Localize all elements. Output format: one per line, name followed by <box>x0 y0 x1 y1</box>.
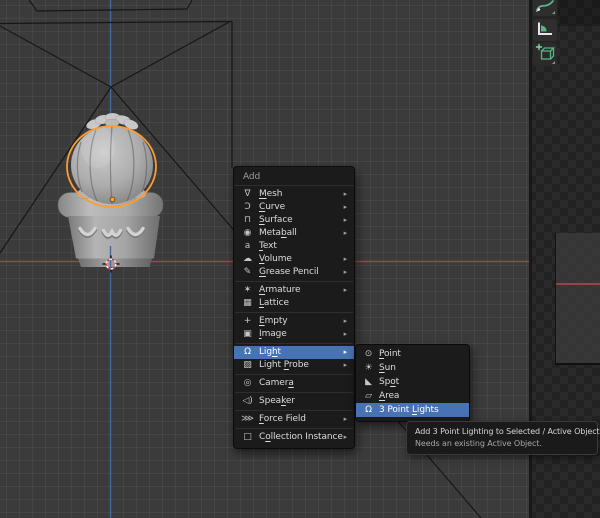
menu-item-image[interactable]: ▣ Image ▸ <box>234 328 354 341</box>
light-point-icon: ⊙ <box>364 348 373 359</box>
mesh-icon: ∇ <box>244 189 251 199</box>
menu-item-spot[interactable]: ◣ Spot <box>356 375 469 389</box>
grease-pencil-icon: ✎ <box>243 267 252 277</box>
menu-item-label: Mesh <box>259 189 283 199</box>
menu-item-label: Grease Pencil <box>259 267 319 277</box>
submenu-arrow-icon: ▸ <box>343 348 348 356</box>
menu-item-sun[interactable]: ☀ Sun <box>356 361 469 375</box>
menu-item-speaker[interactable]: ◁) Speaker <box>234 395 354 408</box>
submenu-arrow-icon: ▸ <box>343 255 348 263</box>
volume-icon: ☁ <box>243 254 252 264</box>
menu-item-label: Area <box>379 390 400 401</box>
light-probe-icon: ▨ <box>243 360 252 370</box>
submenu-arrow-icon: ▸ <box>343 203 348 211</box>
force-field-icon: ⋙ <box>241 414 254 424</box>
light-submenu: ⊙ Point ☀ Sun ◣ Spot ▱ Area Ω 3 Point Lights <box>355 344 470 422</box>
submenu-arrow-icon: ▸ <box>343 317 348 325</box>
menu-item-label: Empty <box>259 316 288 326</box>
light-icon: Ω <box>244 347 251 357</box>
surface-icon: ⊓ <box>244 215 251 225</box>
menu-item-curve[interactable]: Ɔ Curve ▸ <box>234 201 354 214</box>
annotate-icon <box>536 0 554 12</box>
blender-window: Add ∇ Mesh ▸ Ɔ Curve ▸ ⊓ Surface ▸ ◉ Metaball ▸ a Tex… <box>0 0 600 518</box>
speaker-icon: ◁) <box>242 396 253 406</box>
menu-item-label: Lattice <box>259 298 289 308</box>
menu-item-mesh[interactable]: ∇ Mesh ▸ <box>234 188 354 201</box>
menu-item-label: Camera <box>259 378 294 388</box>
tooltip-title: Add 3 Point Lighting to Selected / Activ… <box>415 427 600 436</box>
menu-item-metaball[interactable]: ◉ Metaball ▸ <box>234 227 354 240</box>
tooltip-note: Needs an existing Active Object. <box>415 439 542 448</box>
menu-item-label: Speaker <box>259 396 295 406</box>
submenu-arrow-icon: ▸ <box>343 229 348 237</box>
measure-tool-button[interactable] <box>533 19 557 41</box>
menu-item-force-field[interactable]: ⋙ Force Field ▸ <box>234 413 354 426</box>
menu-item-lattice[interactable]: ▦ Lattice <box>234 297 354 310</box>
menu-item-label: Armature <box>259 285 301 295</box>
curve-icon: Ɔ <box>244 202 251 212</box>
side-panel-x-axis-line <box>556 283 600 285</box>
menu-item-camera[interactable]: ◎ Camera <box>234 377 354 390</box>
menu-item-label: Light Probe <box>259 360 309 370</box>
add-cube-tool-button[interactable] <box>533 43 557 66</box>
menu-item-surface[interactable]: ⊓ Surface ▸ <box>234 214 354 227</box>
menu-item-point[interactable]: ⊙ Point <box>356 347 469 361</box>
menu-item-light-probe[interactable]: ▨ Light Probe ▸ <box>234 359 354 372</box>
menu-item-text[interactable]: a Text <box>234 240 354 253</box>
measure-icon <box>538 22 552 35</box>
menu-item-area[interactable]: ▱ Area <box>356 389 469 403</box>
object-origin-dot <box>109 196 116 203</box>
menu-item-grease-pencil[interactable]: ✎ Grease Pencil ▸ <box>234 266 354 279</box>
metaball-icon: ◉ <box>243 228 252 238</box>
add-cube-icon <box>535 43 556 60</box>
lattice-icon: ▦ <box>243 298 252 308</box>
image-icon: ▣ <box>243 329 252 339</box>
menu-item-label: Point <box>379 348 401 359</box>
light-area-icon: ▱ <box>365 390 372 401</box>
submenu-arrow-icon: ▸ <box>343 415 348 423</box>
light-sun-icon: ☀ <box>364 362 373 373</box>
submenu-arrow-icon: ▸ <box>343 330 348 338</box>
menu-item-label: Surface <box>259 215 293 225</box>
top-right-band <box>558 0 600 26</box>
menu-item-label: Light <box>259 347 281 357</box>
collection-instance-icon: □ <box>243 432 252 442</box>
submenu-arrow-icon: ▸ <box>343 286 348 294</box>
menu-item-light[interactable]: Ω Light ▸ <box>234 346 354 359</box>
armature-icon: ✶ <box>243 285 252 295</box>
menu-item-label: Sun <box>379 362 396 373</box>
menu-item-label: Metaball <box>259 228 297 238</box>
menu-item-label: Image <box>259 329 287 339</box>
submenu-arrow-icon: ▸ <box>343 268 348 276</box>
menu-item-collection-instance[interactable]: □ Collection Instance ▸ <box>234 431 354 444</box>
add-menu-title: Add <box>234 169 354 186</box>
text-icon: a <box>244 241 251 251</box>
add-menu: Add ∇ Mesh ▸ Ɔ Curve ▸ ⊓ Surface ▸ ◉ Metaball ▸ a Tex… <box>233 166 355 449</box>
submenu-arrow-icon: ▸ <box>343 216 348 224</box>
menu-item-empty[interactable]: + Empty ▸ <box>234 315 354 328</box>
menu-item-volume[interactable]: ☁ Volume ▸ <box>234 253 354 266</box>
submenu-arrow-icon: ▸ <box>343 190 348 198</box>
empty-icon: + <box>243 316 252 326</box>
menu-item-label: Collection Instance <box>259 432 343 442</box>
camera-icon: ◎ <box>243 378 252 388</box>
menu-item-label: 3 Point Lights <box>379 404 439 415</box>
menu-item-3-point-lights[interactable]: Ω 3 Point Lights <box>356 403 469 417</box>
menu-item-label: Spot <box>379 376 400 387</box>
menu-item-label: Volume <box>259 254 292 264</box>
light-spot-icon: ◣ <box>365 376 372 387</box>
tooltip: Add 3 Point Lighting to Selected / Activ… <box>406 421 600 455</box>
side-viewport-panel <box>555 233 600 365</box>
menu-item-label: Force Field <box>259 414 306 424</box>
menu-item-label: Curve <box>259 202 286 212</box>
light-bulb-icon: Ω <box>365 404 372 415</box>
submenu-arrow-icon: ▸ <box>343 433 348 441</box>
menu-item-label: Text <box>259 241 277 251</box>
submenu-arrow-icon: ▸ <box>343 361 348 369</box>
annotate-tool-button[interactable] <box>533 0 557 16</box>
menu-item-armature[interactable]: ✶ Armature ▸ <box>234 284 354 297</box>
